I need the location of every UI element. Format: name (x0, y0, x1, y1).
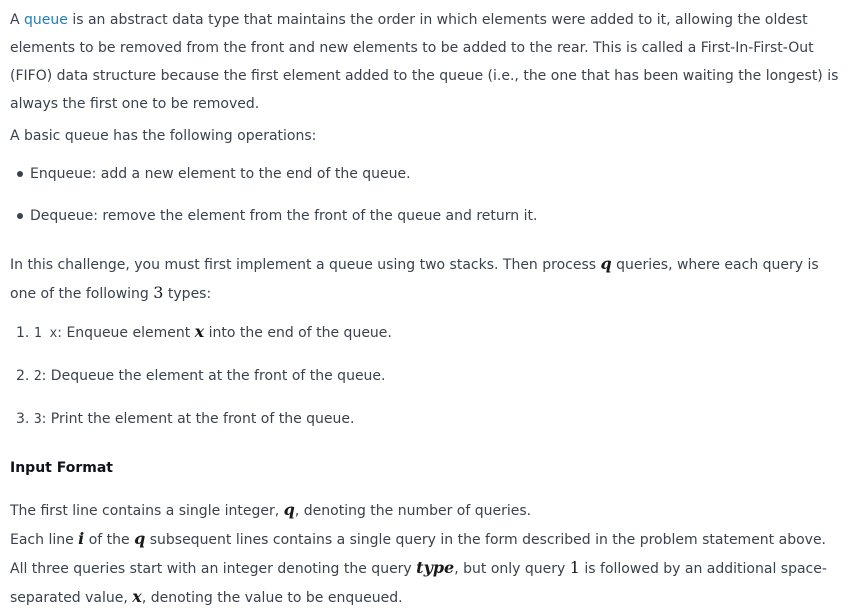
math-x: x (194, 322, 205, 341)
operations-intro: A basic queue has the following operatio… (10, 128, 317, 144)
challenge-text-3: types: (163, 286, 212, 302)
challenge-paragraph: In this challenge, you must first implem… (10, 250, 840, 308)
queue-link[interactable]: queue (24, 12, 68, 28)
operation-text: Dequeue: remove the element from the fro… (30, 208, 538, 224)
list-number: 1. (16, 325, 30, 341)
intro-lead: A (10, 12, 25, 28)
query-text-rest: into the end of the queue. (204, 325, 392, 341)
challenge-text-1: In this challenge, you must first implem… (10, 257, 601, 273)
input-text: , but only query (454, 561, 570, 577)
query-text: : Dequeue the element at the front of th… (41, 368, 386, 384)
math-q: q (600, 254, 612, 273)
intro-paragraph: A queue is an abstract data type that ma… (10, 0, 840, 118)
math-q: q (283, 500, 295, 519)
input-text: of the (84, 532, 135, 548)
operations-list: Enqueue: add a new element to the end of… (10, 160, 840, 230)
input-format-paragraph: The first line contains a single integer… (10, 496, 840, 612)
input-text: The first line contains a single integer… (10, 503, 284, 519)
input-format-heading: Input Format (10, 460, 113, 476)
bullet-icon (17, 171, 23, 177)
input-text: , denoting the value to be enqueued. (141, 590, 403, 606)
input-text: , denoting the number of queries. (294, 503, 532, 519)
problem-statement: A queue is an abstract data type that ma… (10, 0, 840, 612)
query-code: 2 (33, 369, 42, 384)
query-type-3: 3. 3: Print the element at the front of … (10, 405, 840, 434)
operation-dequeue: Dequeue: remove the element from the fro… (10, 202, 840, 230)
math-q: q (134, 529, 146, 548)
bullet-icon (17, 213, 23, 219)
query-code: 1 x (33, 326, 58, 341)
query-text: : Print the element at the front of the … (41, 411, 355, 427)
query-types-list: 1. 1 x: Enqueue element x into the end o… (10, 318, 840, 434)
query-type-1: 1. 1 x: Enqueue element x into the end o… (10, 318, 840, 348)
math-x: x (132, 587, 142, 606)
intro-text: is an abstract data type that maintains … (10, 12, 839, 112)
query-code: 3 (33, 412, 42, 427)
operation-enqueue: Enqueue: add a new element to the end of… (10, 160, 840, 188)
math-three: 3 (153, 283, 164, 302)
query-text: : Enqueue element (57, 325, 195, 341)
input-text: Each line (10, 532, 79, 548)
math-type: type (416, 558, 455, 577)
list-number: 3. (16, 411, 30, 427)
math-one: 1 (569, 558, 580, 577)
list-number: 2. (16, 368, 30, 384)
query-type-2: 2. 2: Dequeue the element at the front o… (10, 362, 840, 391)
operation-text: Enqueue: add a new element to the end of… (30, 166, 411, 182)
